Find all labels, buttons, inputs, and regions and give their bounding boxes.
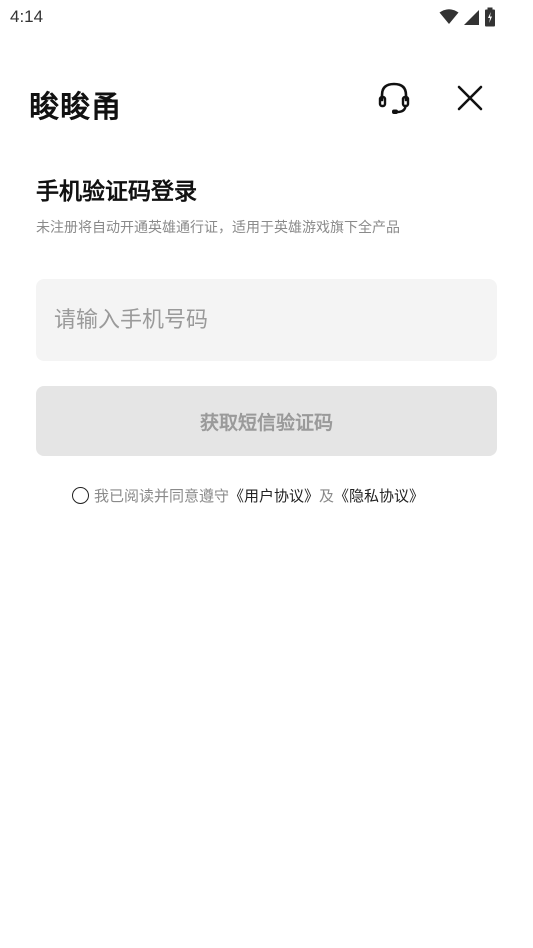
agreement-checkbox[interactable] (72, 486, 89, 504)
close-button[interactable] (450, 80, 490, 120)
headset-icon (377, 80, 411, 120)
get-sms-code-button[interactable]: 获取短信验证码 (36, 386, 497, 456)
status-bar: 4:14 (0, 0, 533, 36)
privacy-policy-link[interactable]: 《隐私协议》 (334, 485, 424, 506)
brand-logo: 睃睃甬 (29, 90, 122, 125)
user-agreement-link[interactable]: 《用户协议》 (229, 485, 319, 506)
page-title: 手机验证码登录 (36, 179, 197, 205)
agreement-row: 我已阅读并同意遵守 《用户协议》 及 《隐私协议》 (72, 483, 424, 507)
customer-support-button[interactable] (374, 80, 414, 120)
close-icon (457, 85, 483, 115)
agreement-prefix: 我已阅读并同意遵守 (94, 486, 230, 505)
status-time: 4:14 (10, 7, 44, 26)
wifi-icon (439, 9, 459, 25)
phone-input-container (36, 279, 497, 361)
agreement-conjunction: 及 (319, 486, 335, 505)
header: 睃睃甬 (0, 70, 533, 130)
signal-icon (463, 9, 480, 26)
battery-icon (484, 7, 496, 27)
status-icons (439, 7, 496, 27)
page-subtitle: 未注册将自动开通英雄通行证，适用于英雄游戏旗下全产品 (36, 220, 400, 236)
phone-number-input[interactable] (36, 279, 497, 361)
login-screen: 4:14 睃睃甬 手机验证码登录 未注册将自动开通英雄通行证，适用于英雄游戏旗下… (0, 0, 533, 948)
